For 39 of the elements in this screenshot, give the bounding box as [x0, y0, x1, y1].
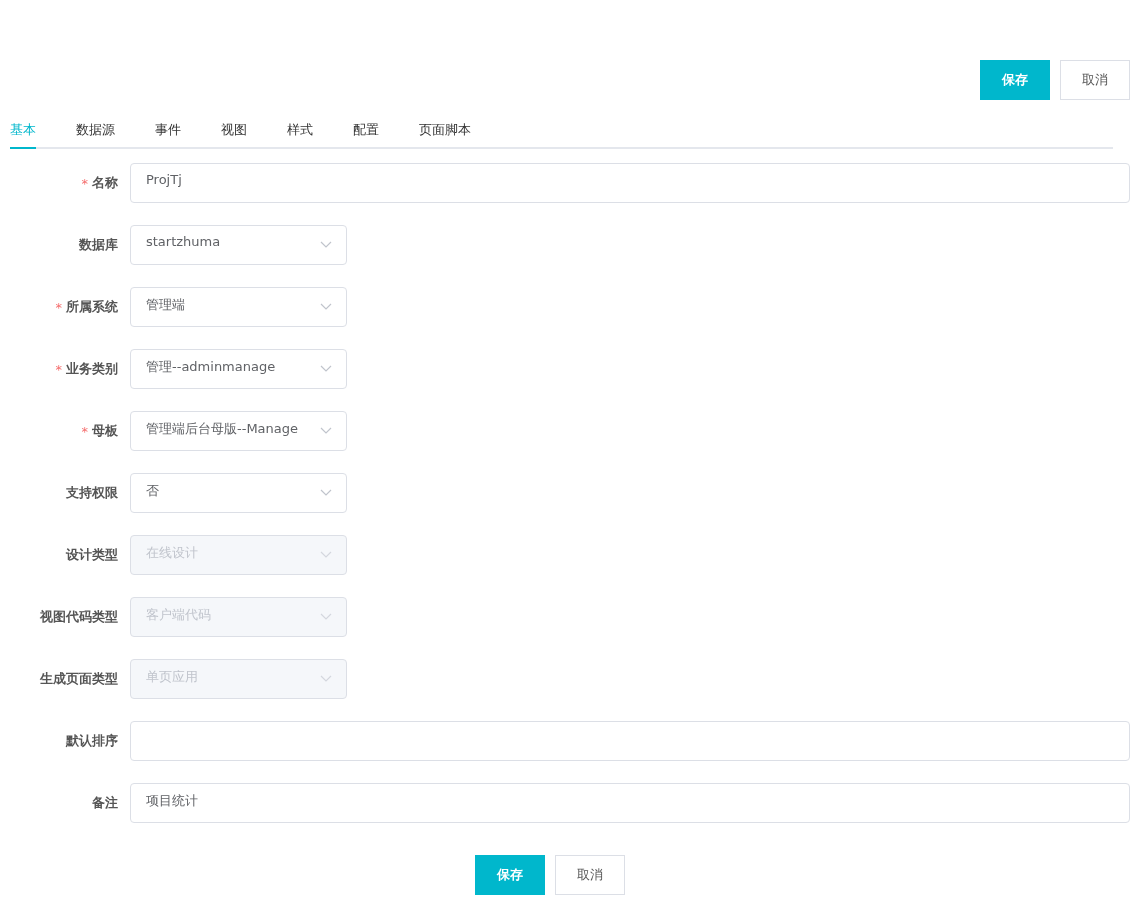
select-field[interactable]: 管理--adminmanage: [130, 349, 347, 389]
required-asterisk: *: [81, 175, 88, 191]
chevron-down-icon: [320, 241, 332, 249]
chevron-down-icon: [320, 489, 332, 497]
select-field[interactable]: startzhuma: [130, 225, 347, 265]
input-field[interactable]: 项目统计: [130, 783, 1130, 823]
field-label: 默认排序: [66, 732, 118, 750]
select-field[interactable]: 管理端后台母版--Manage: [130, 411, 347, 451]
tab[interactable]: 样式: [287, 112, 313, 149]
field-label: 所属系统: [66, 298, 118, 316]
tab[interactable]: 事件: [155, 112, 181, 149]
field-label: 母板: [92, 422, 118, 440]
required-asterisk: *: [55, 299, 62, 315]
chevron-down-icon: [320, 365, 332, 373]
select-field[interactable]: 否: [130, 473, 347, 513]
required-asterisk: *: [55, 361, 62, 377]
tab[interactable]: 配置: [353, 112, 379, 149]
field-label: 生成页面类型: [40, 670, 118, 688]
cancel-button[interactable]: 取消: [1060, 60, 1130, 100]
tab[interactable]: 视图: [221, 112, 247, 149]
input-field[interactable]: ProjTj: [130, 163, 1130, 203]
tab[interactable]: 页面脚本: [419, 112, 471, 149]
input-field[interactable]: [130, 721, 1130, 761]
chevron-down-icon: [320, 551, 332, 559]
cancel-button[interactable]: 取消: [555, 855, 625, 895]
select-field[interactable]: 管理端: [130, 287, 347, 327]
chevron-down-icon: [320, 303, 332, 311]
field-label: 支持权限: [66, 484, 118, 502]
field-label: 备注: [92, 794, 118, 812]
field-label: 数据库: [79, 236, 118, 254]
field-label: 视图代码类型: [40, 608, 118, 626]
chevron-down-icon: [320, 427, 332, 435]
field-label: 业务类别: [66, 360, 118, 378]
field-label: 名称: [92, 174, 118, 192]
chevron-down-icon: [320, 675, 332, 683]
field-label: 设计类型: [66, 546, 118, 564]
required-asterisk: *: [81, 423, 88, 439]
chevron-down-icon: [320, 613, 332, 621]
tab[interactable]: 数据源: [76, 112, 115, 149]
